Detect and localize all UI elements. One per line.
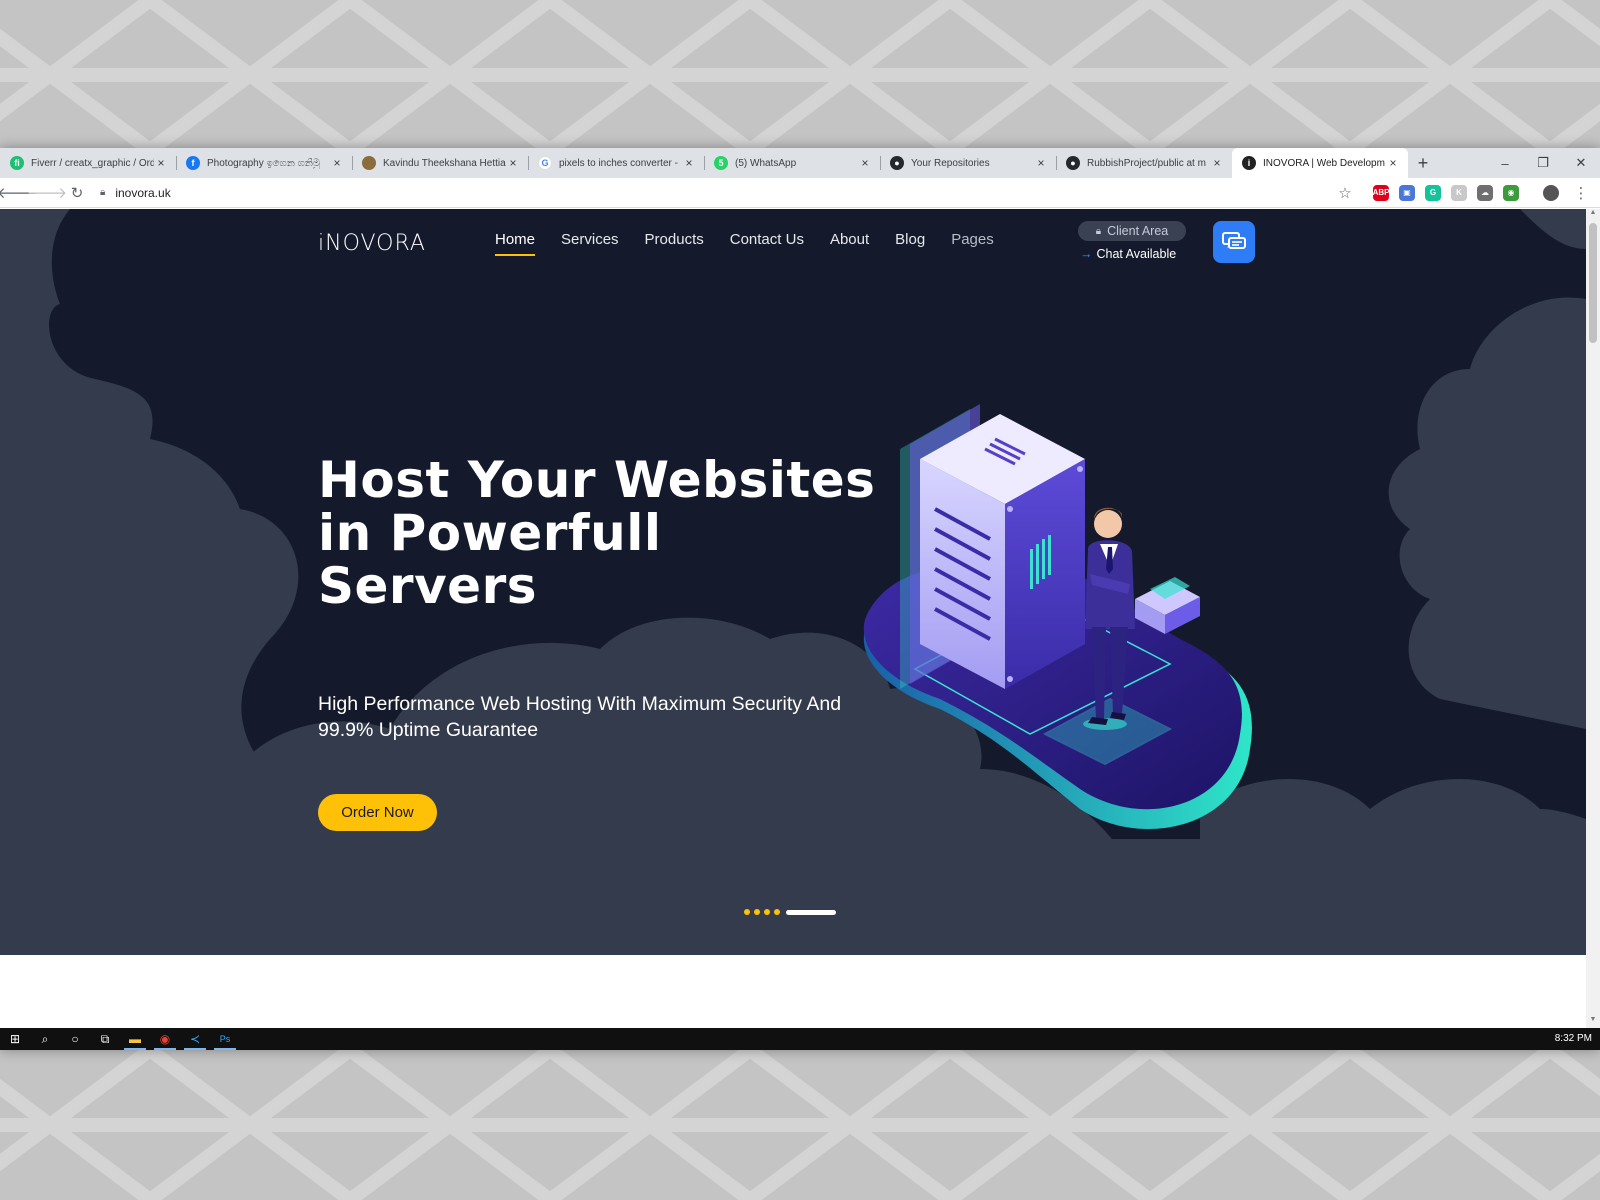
extension-globe-icon[interactable]: ◉ [1503,184,1519,201]
avatar-icon [362,156,376,170]
reload-button[interactable]: ↻ [64,180,90,206]
scroll-up-icon[interactable]: ▲ [1586,209,1600,221]
chrome-icon[interactable]: ◉ [150,1028,180,1050]
github-icon: ● [890,156,904,170]
tab-title: pixels to inches converter - [559,157,678,169]
extensions-bar: ABP ▣ G K ☁ ◉ [1368,184,1524,201]
nav-link-services[interactable]: Services [561,231,619,256]
new-tab-button[interactable]: + [1408,148,1438,178]
tab-strip: fi Fiverr / creatx_graphic / Ord × f Photogr… [0,148,1600,178]
extension-save-icon[interactable]: ▣ [1399,184,1415,201]
browser-tab[interactable]: fi Fiverr / creatx_graphic / Ord × [0,148,176,178]
file-explorer-icon[interactable]: ▬ [120,1028,150,1050]
nav-link-blog[interactable]: Blog [895,231,925,256]
profile-avatar[interactable] [1538,180,1564,206]
scroll-thumb[interactable] [1589,223,1597,343]
order-now-button[interactable]: Order Now [318,794,437,831]
address-bar[interactable]: 🔒︎ inovora.uk [100,181,1328,205]
nav-link-about[interactable]: About [830,231,869,256]
chat-available-label: Chat Available [1096,247,1177,261]
site-logo[interactable]: iNOVORA [318,231,426,256]
browser-toolbar: 🡐 🡒 ↻ 🔒︎ inovora.uk ☆ ABP ▣ G K ☁ ◉ ⋮ [0,178,1600,208]
slider-dot[interactable] [786,909,836,915]
abp-icon[interactable]: ABP [1373,184,1389,201]
facebook-icon: f [186,156,200,170]
windows-taskbar: ⊞ ⌕ ○ ⧉ ▬ ◉ ≺ Ps 8:32 PM [0,1028,1600,1050]
slider-dot[interactable] [764,909,770,915]
nav-link-products[interactable]: Products [645,231,704,256]
page-scrollbar[interactable]: ▲ ▼ [1586,209,1600,1028]
windows-start-icon[interactable]: ⊞ [0,1028,30,1050]
client-area-label: Client Area [1107,224,1169,238]
arrow-right-icon: → [1080,247,1093,261]
tab-title: (5) WhatsApp [735,157,797,169]
slider-dot[interactable] [754,909,760,915]
tab-title: INOVORA | Web Developm [1263,157,1385,169]
grammarly-icon[interactable]: G [1425,184,1441,201]
bookmark-star-icon[interactable]: ☆ [1332,180,1358,206]
browser-tab[interactable]: f Photography ඉගෙන ගනිමු × [176,148,352,178]
client-area-button[interactable]: 🔒︎ Client Area [1078,221,1186,241]
slider-dot[interactable] [774,909,780,915]
close-tab-icon[interactable]: × [682,156,696,170]
photoshop-icon[interactable]: Ps [210,1028,240,1050]
cortana-icon[interactable]: ○ [60,1028,90,1050]
restore-button[interactable]: ❐ [1524,148,1562,178]
tab-title: RubbishProject/public at m [1087,157,1206,169]
chat-bubbles-icon [1222,232,1246,249]
extension-k-icon[interactable]: K [1451,184,1467,201]
browser-menu-icon[interactable]: ⋮ [1568,180,1594,206]
close-tab-icon[interactable]: × [1386,156,1400,170]
close-tab-icon[interactable]: × [1210,156,1224,170]
browser-tab[interactable]: 5 (5) WhatsApp × [704,148,880,178]
close-tab-icon[interactable]: × [330,156,344,170]
hero-title: Host Your Websites in Powerfull Servers [318,451,876,615]
browser-tab[interactable]: ● Your Repositories × [880,148,1056,178]
vscode-icon[interactable]: ≺ [180,1028,210,1050]
chat-available-link[interactable]: → Chat Available [1080,247,1176,261]
fiverr-icon: fi [10,156,24,170]
lock-icon: 🔒︎ [1095,225,1102,237]
screen: fi Fiverr / creatx_graphic / Ord × f Photogr… [0,148,1600,1050]
hero-section: iNOVORA Home Services Products Contact Us Ab… [0,209,1586,955]
minimize-button[interactable]: – [1486,148,1524,178]
search-icon[interactable]: ⌕ [30,1028,60,1050]
slider-dots [744,909,840,915]
page-viewport: iNOVORA Home Services Products Contact Us Ab… [0,209,1586,1028]
nav-link-home[interactable]: Home [495,231,536,256]
taskbar-clock[interactable]: 8:32 PM [1555,1028,1592,1050]
github-icon: ● [1066,156,1080,170]
close-tab-icon[interactable]: × [1034,156,1048,170]
close-tab-icon[interactable]: × [858,156,872,170]
close-tab-icon[interactable]: × [154,156,168,170]
browser-tab[interactable]: i INOVORA | Web Developm × [1232,148,1408,178]
nav-link-contact-us[interactable]: Contact Us [730,231,804,256]
tab-title: Your Repositories [911,157,990,169]
site-nav: Home Services Products Contact Us About Blog P… [495,231,1020,256]
lock-icon: 🔒︎ [100,187,106,198]
close-window-button[interactable]: ✕ [1562,148,1600,178]
inovora-icon: i [1242,156,1256,170]
close-tab-icon[interactable]: × [506,156,520,170]
tab-title: Fiverr / creatx_graphic / Ord [31,157,154,169]
hero-subtitle: High Performance Web Hosting With Maximu… [318,693,842,741]
cloud-icon[interactable]: ☁ [1477,184,1493,201]
browser-tab[interactable]: Gpixels to inches converter - × [528,148,704,178]
tab-title: Kavindu Theekshana Hettia [383,157,506,169]
whatsapp-icon: 5 [714,156,728,170]
slider-dot[interactable] [744,909,750,915]
browser-tab[interactable]: ● RubbishProject/public at m × [1056,148,1232,178]
server-illustration [863,404,1252,829]
nav-link-pages[interactable]: Pages [951,231,994,256]
chat-button[interactable] [1213,221,1255,263]
url-text[interactable]: inovora.uk [115,186,170,200]
google-icon: G [538,156,552,170]
task-view-icon[interactable]: ⧉ [90,1028,120,1050]
scroll-down-icon[interactable]: ▼ [1586,1016,1600,1028]
window-controls: – ❐ ✕ [1486,148,1600,178]
tab-title: Photography ඉගෙන ගනිමු [207,157,321,169]
forward-button[interactable]: 🡒 [27,180,67,206]
browser-tab[interactable]: Kavindu Theekshana Hettia × [352,148,528,178]
